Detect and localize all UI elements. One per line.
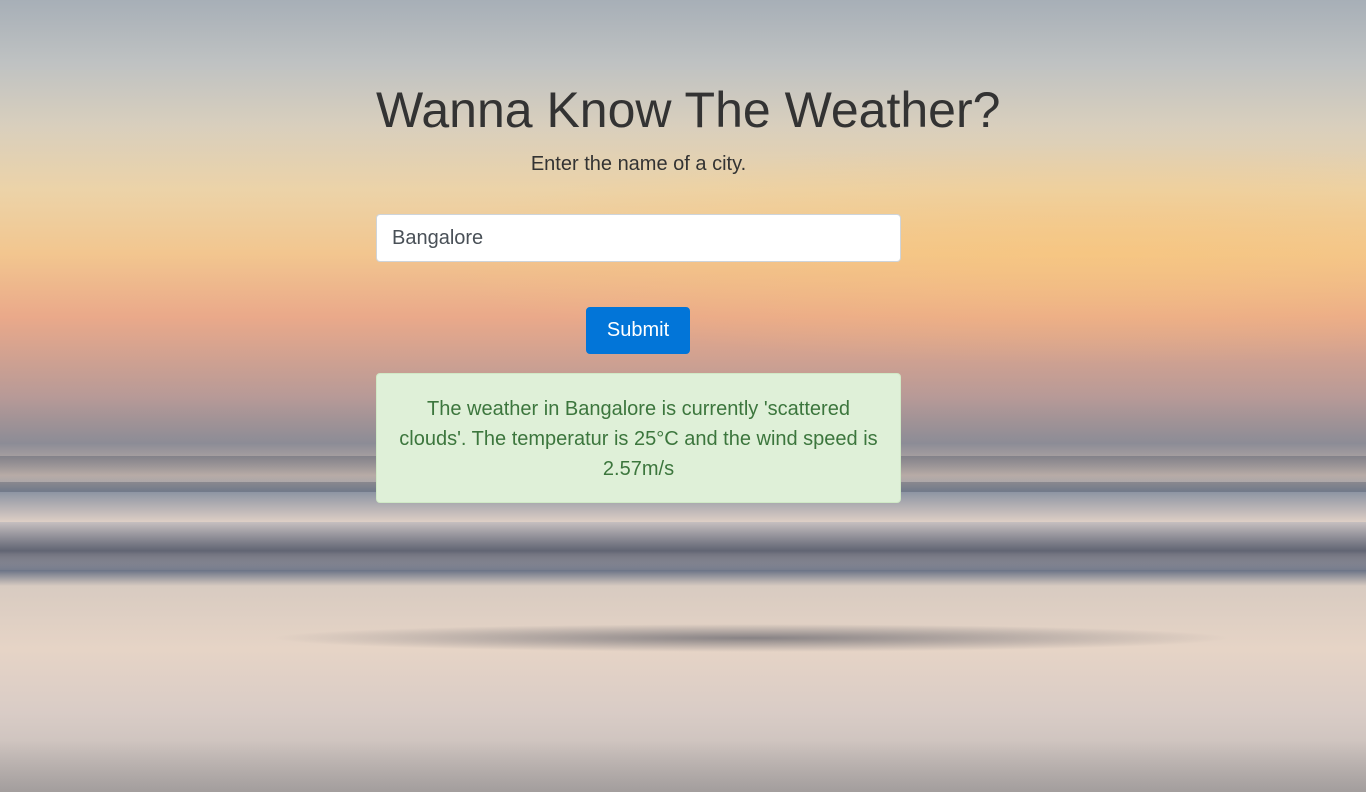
weather-result-alert: The weather in Bangalore is currently 's…	[376, 373, 901, 503]
background-wave	[0, 618, 1366, 658]
background-wave	[0, 522, 1366, 570]
page-title: Wanna Know The Weather?	[376, 82, 1001, 138]
background-wave	[0, 740, 1366, 792]
city-input[interactable]	[376, 214, 901, 262]
submit-button[interactable]: Submit	[586, 307, 690, 354]
weather-result-text: The weather in Bangalore is currently 's…	[399, 398, 878, 480]
page-subtitle: Enter the name of a city.	[530, 153, 747, 175]
